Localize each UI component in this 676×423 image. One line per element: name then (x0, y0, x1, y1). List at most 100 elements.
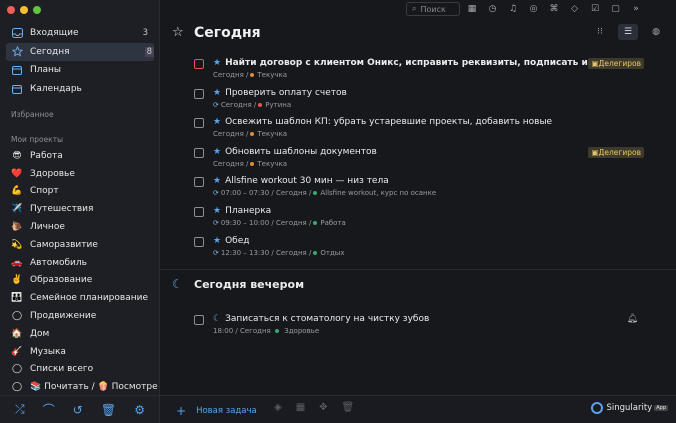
box-icon[interactable]: ▢ (610, 2, 622, 16)
search-input[interactable]: ⌕ Поиск (406, 2, 460, 16)
project-dot (313, 250, 318, 255)
history-icon[interactable]: ↺ (73, 403, 83, 417)
task-row[interactable]: ★ Планерка ⟳ 09:30 – 10:00 / Сегодня / Работ… (194, 204, 644, 232)
trash-icon[interactable]: 🗑 (101, 403, 116, 417)
task-date: 09:30 – 10:00 / Сегодня (220, 219, 307, 227)
task-date: Сегодня (213, 71, 244, 79)
sidebar-item-today[interactable]: Сегодня 8 (6, 42, 154, 61)
sidebar-item-plans[interactable]: Планы (6, 61, 154, 80)
sidebar-project-item[interactable]: 🏠 Дом (6, 325, 158, 343)
bell-icon[interactable]: 🔔︎ (627, 314, 638, 324)
sidebar-project-item[interactable]: ◯ Продвижение (6, 307, 158, 325)
task-checkbox[interactable] (194, 177, 204, 188)
sidebar-project-item[interactable]: 💪 Спорт (6, 183, 158, 201)
toolbar-icons: ▦ ◷ ♫ ◎ ⌘ ◇ ☑ ▢ » (466, 2, 642, 16)
move-icon[interactable]: ✥ (319, 402, 327, 413)
minimize-window-button[interactable] (20, 6, 28, 14)
close-window-button[interactable] (7, 6, 15, 14)
sidebar-nav: Входящие 3 Сегодня 8 Планы Календарь (6, 24, 154, 98)
new-task-button[interactable]: + Новая задача (176, 404, 257, 418)
task-row[interactable]: ★ Найти договор с клиентом Оникс, исправи… (194, 56, 644, 84)
repeat-icon: ⟳ (213, 100, 219, 109)
list-view-icon[interactable]: ☰ (618, 24, 638, 40)
sidebar-item-calendar[interactable]: Календарь (6, 80, 154, 99)
calendar-icon[interactable]: ▦ (296, 402, 305, 413)
task-checkbox[interactable] (194, 236, 204, 247)
sidebar-project-item[interactable]: 👪 Семейное планирование (6, 289, 158, 307)
plus-icon: + (176, 404, 187, 418)
project-label: Личное (30, 222, 65, 233)
trash-icon[interactable]: 🗑 (342, 402, 355, 413)
sidebar-project-item[interactable]: 💫 Саморазвитие (6, 236, 158, 254)
task-title-wrap: ★ Обновить шаблоны документов (213, 147, 377, 157)
settings-icon[interactable]: ⚙ (134, 403, 145, 417)
task-project: Рутина (265, 100, 292, 109)
sidebar-project-item[interactable]: ❤️ Здоровье (6, 165, 158, 183)
sidebar-project-item[interactable]: 🚗 Автомобиль (6, 254, 158, 272)
sidebar-project-item[interactable]: ◯ 📚 Почитать / 🍿 Посмотре (6, 378, 158, 396)
task-meta: Сегодня / Текучка (213, 160, 287, 168)
rainbow-icon[interactable]: ⌒ (43, 401, 55, 418)
task-row[interactable]: ☾ Записаться к стоматологу на чистку зубо… (194, 312, 644, 340)
project-label: Музыка (30, 346, 66, 357)
task-row[interactable]: ★ Обед ⟳ 12:30 – 13:30 / Сегодня / Отдых (194, 234, 644, 262)
project-emoji-icon: 😎 (12, 150, 22, 161)
task-checkbox[interactable] (194, 88, 204, 99)
repeat-icon: ⟳ (213, 248, 219, 257)
projects-label: Мои проекты (11, 135, 64, 144)
project-label: Продвижение (30, 311, 97, 322)
task-date: 07:00 – 07:30 / Сегодня (220, 189, 307, 198)
task-date: 12:30 – 13:30 / Сегодня (220, 248, 307, 257)
star-icon: ★ (213, 176, 222, 187)
task-title-wrap: ★ Найти договор с клиентом Оникс, исправи… (213, 58, 644, 68)
task-date: 18:00 / Сегодня (213, 327, 271, 335)
new-task-label: Новая задача (196, 406, 257, 416)
shortcut-icon[interactable]: ⌘ (548, 2, 560, 16)
search-icon: ⌕ (412, 4, 417, 13)
task-title-wrap: ★ Планерка (213, 206, 271, 216)
checklist-icon[interactable]: ☑ (589, 2, 601, 16)
task-row[interactable]: ★ Allsfine workout 30 мин — низ тела ⟳ 07:0… (194, 174, 644, 202)
sidebar-project-item[interactable]: ◯ Списки всего (6, 361, 158, 379)
layers-icon[interactable]: ◈ (274, 402, 282, 413)
task-row[interactable]: ★ Обновить шаблоны документов Сегодня / Тек… (194, 145, 644, 173)
moon-icon: ☾ (213, 314, 222, 324)
sidebar-project-item[interactable]: ✈️ Путешествия (6, 200, 158, 218)
delegated-tag[interactable]: ▣ Делегиров (588, 58, 644, 69)
task-meta: Сегодня / Текучка (213, 130, 287, 138)
task-project: Текучка (257, 159, 287, 168)
tag-icon[interactable]: ◇ (569, 2, 581, 16)
sidebar-project-item[interactable]: 😎 Работа (6, 147, 158, 165)
task-row[interactable]: ★ Освежить шаблон КП: убрать устаревшие п… (194, 115, 644, 143)
sidebar-project-item[interactable]: 🎸 Музыка (6, 343, 158, 361)
bell-icon[interactable]: ♫ (507, 2, 519, 16)
timer-icon[interactable]: ◷ (487, 2, 499, 16)
meta-separator: / (243, 71, 249, 79)
chart-icon[interactable]: ◎ (528, 2, 540, 16)
sidebar-project-item[interactable]: ✌️ Образование (6, 272, 158, 290)
search-placeholder: Поиск (420, 4, 446, 14)
sidebar-item-inbox[interactable]: Входящие 3 (6, 24, 154, 43)
zoom-window-button[interactable] (33, 6, 41, 14)
sidebar-project-item[interactable]: 🐌 Личное (6, 218, 158, 236)
shuffle-icon[interactable]: ⤮ (15, 402, 25, 417)
globe-icon[interactable]: ◍ (646, 24, 666, 40)
project-emoji-icon: 🎸 (11, 346, 23, 357)
project-label: Саморазвитие (30, 239, 98, 250)
calendar-icon[interactable]: ▦ (466, 2, 478, 16)
task-row[interactable]: ★ Проверить оплату счетов ⟳ Сегодня / Рутина (194, 86, 644, 114)
star-icon: ★ (213, 235, 222, 246)
star-icon: ★ (213, 87, 222, 98)
task-checkbox[interactable] (194, 315, 204, 325)
task-checkbox[interactable] (194, 207, 204, 217)
sidebar-icon[interactable]: » (630, 2, 642, 16)
delegated-tag[interactable]: ▣ Делегиров (588, 146, 644, 158)
task-checkbox[interactable] (194, 118, 204, 129)
project-emoji-icon: ❤️ (11, 168, 23, 179)
project-emoji-icon: 🚗 (11, 257, 23, 268)
task-checkbox[interactable] (194, 147, 204, 158)
task-date: Сегодня (220, 100, 252, 109)
task-date: Сегодня (213, 130, 244, 139)
task-checkbox[interactable] (194, 59, 204, 69)
kanban-view-icon[interactable]: ⁝⁝ (590, 24, 610, 40)
